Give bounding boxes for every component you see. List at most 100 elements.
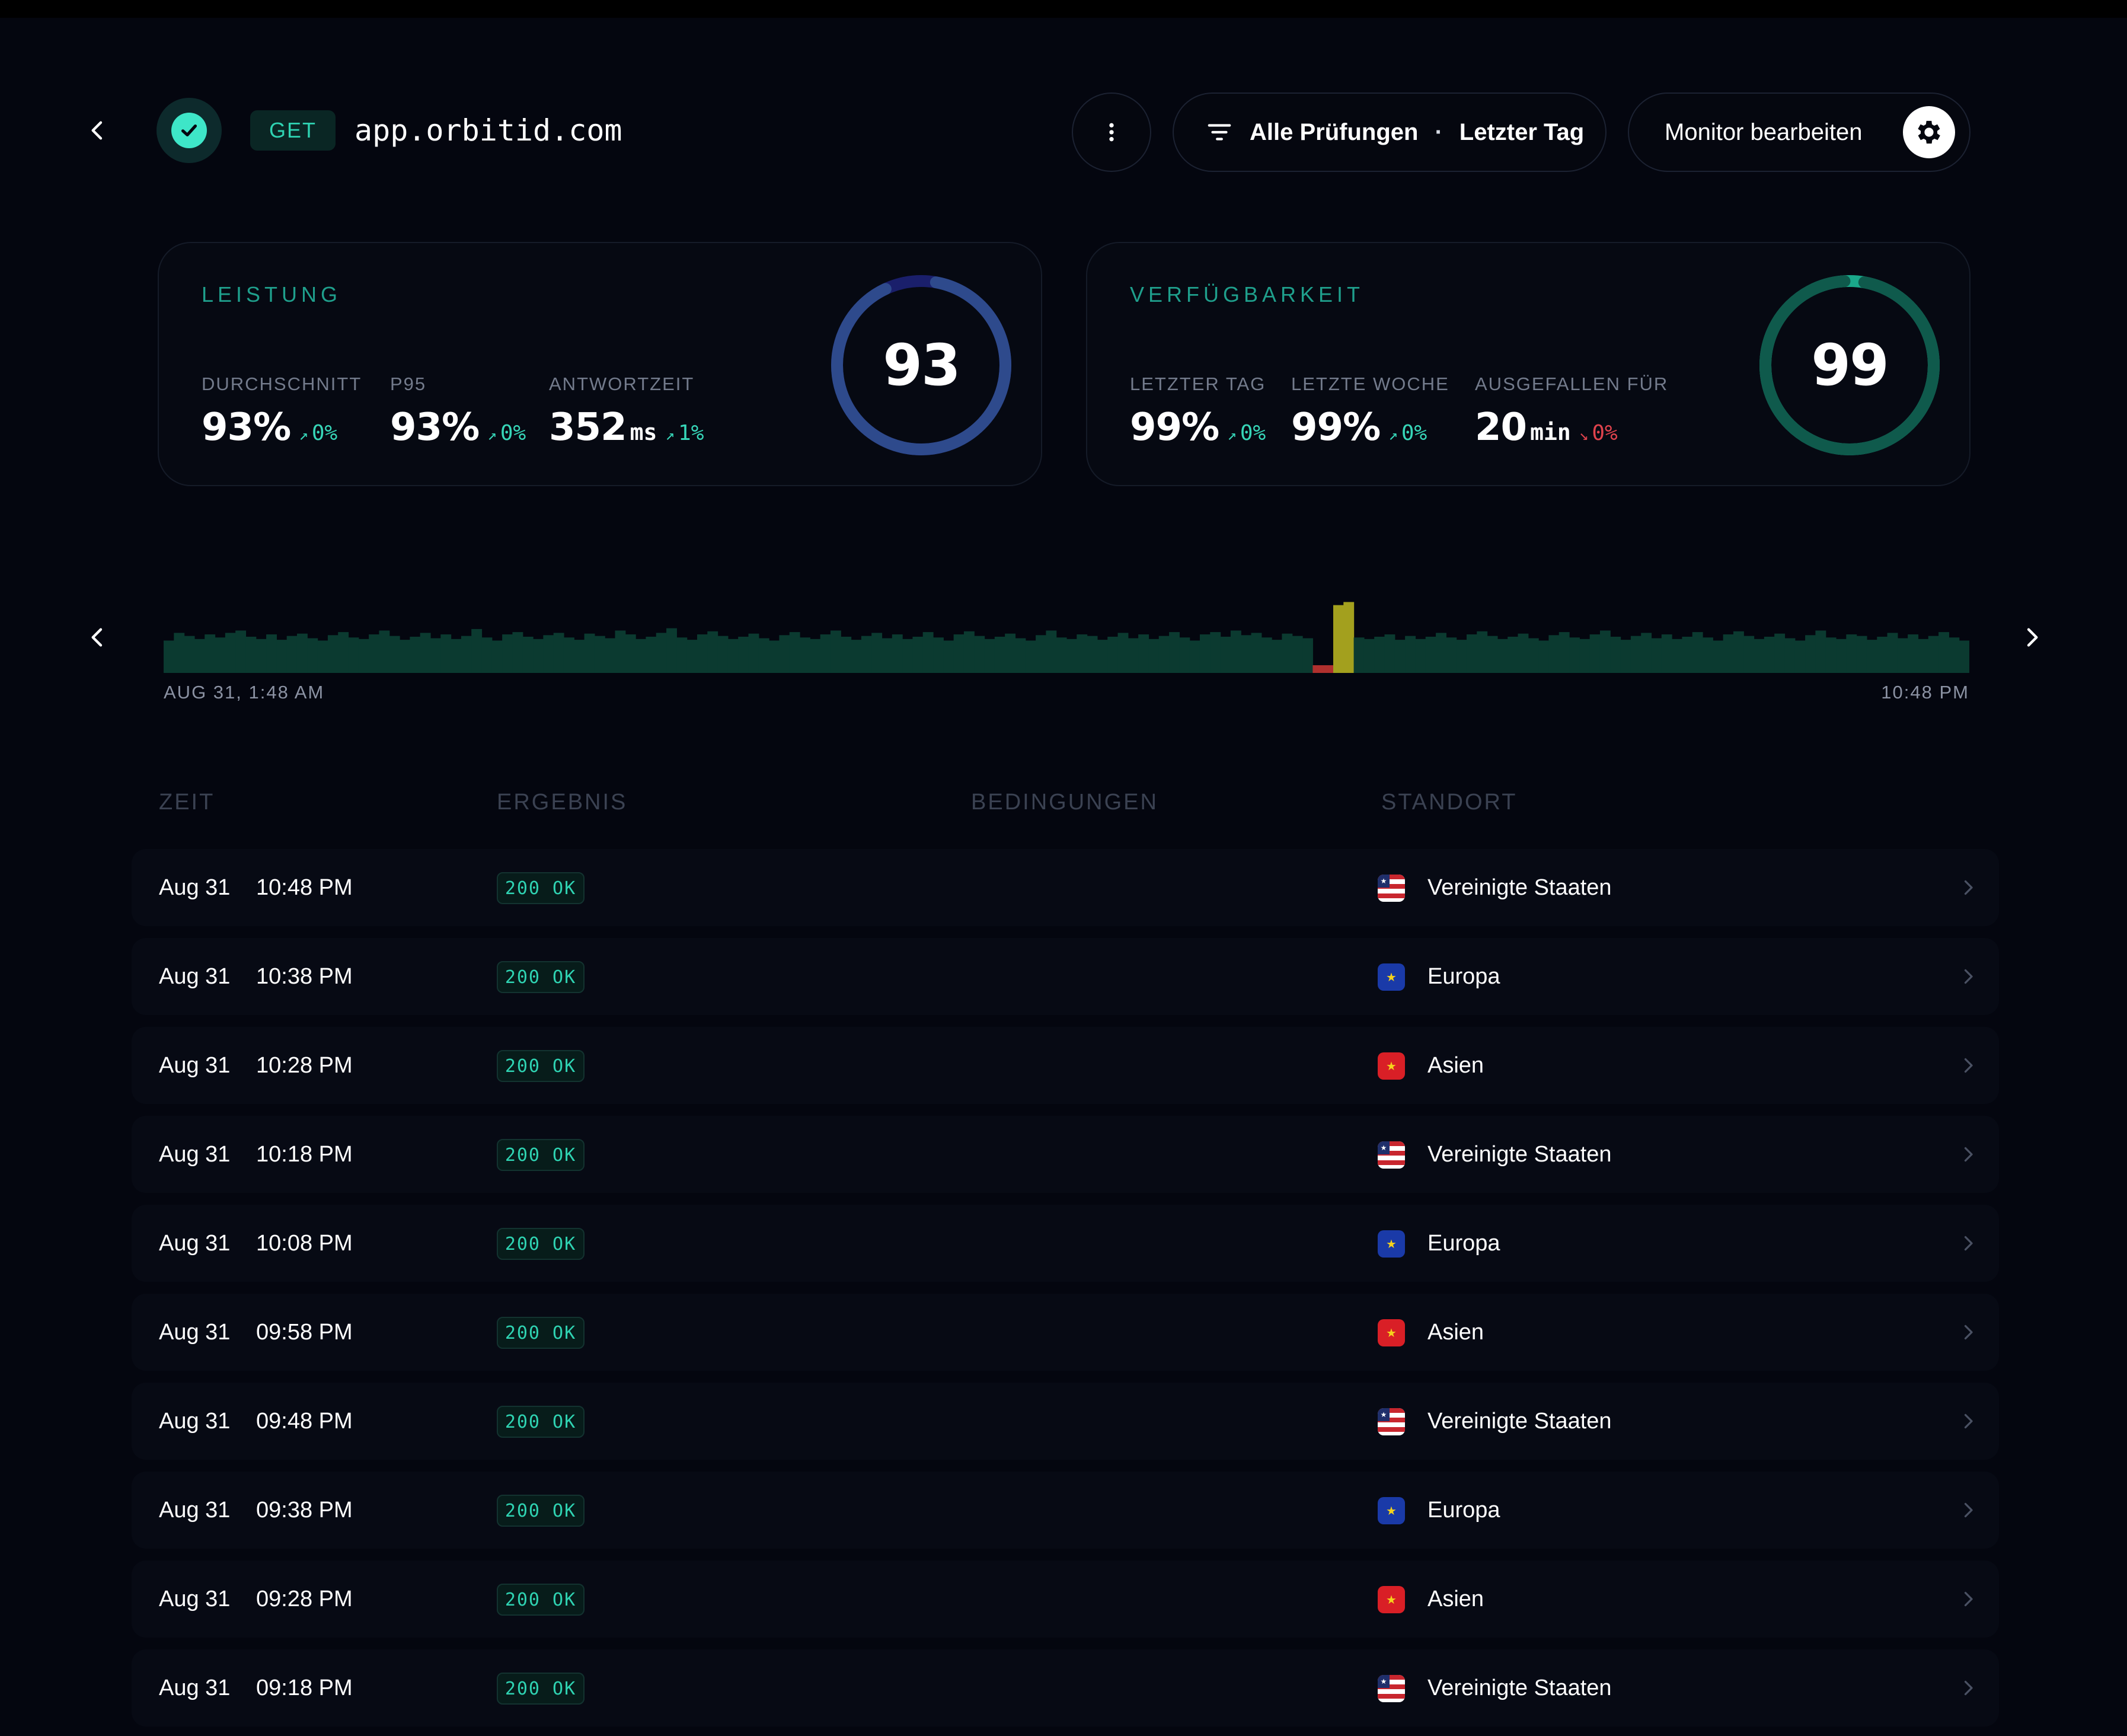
back-button[interactable] [77,110,119,151]
timeline-bar[interactable] [1384,634,1395,673]
timeline-bar[interactable] [1805,635,1816,673]
timeline-bar[interactable] [974,636,985,673]
timeline-bar[interactable] [1620,640,1631,673]
timeline-bar[interactable] [235,630,247,674]
timeline-bar[interactable] [697,634,708,673]
timeline-bar[interactable] [1928,636,1939,673]
timeline-bar[interactable] [1836,639,1847,673]
timeline-bar[interactable] [1333,605,1344,673]
timeline-bar[interactable] [225,633,236,673]
timeline-bar[interactable] [615,630,626,674]
timeline-bar[interactable] [1825,637,1837,673]
timeline-bar[interactable] [1918,639,1929,673]
timeline-bar[interactable] [1784,638,1796,674]
table-row[interactable]: Aug 31 09:28 PM 200 OK ★ Asien [132,1561,1999,1638]
timeline-bar[interactable] [584,633,595,673]
timeline-bar[interactable] [1866,640,1877,673]
timeline-bar[interactable] [1703,637,1713,673]
timeline-bar[interactable] [317,640,328,673]
timeline-bar[interactable] [1189,640,1200,673]
timeline-bar[interactable] [245,636,257,673]
timeline-bar[interactable] [882,638,893,674]
timeline-bar[interactable] [1528,638,1539,674]
timeline-bar[interactable] [748,633,759,673]
column-header-time[interactable]: ZEIT [159,790,215,815]
timeline-bar[interactable] [1548,635,1560,673]
timeline-bar[interactable] [1815,630,1826,674]
timeline-bar[interactable] [369,634,380,673]
timeline-bar[interactable] [1261,637,1272,673]
column-header-result[interactable]: ERGEBNIS [497,790,627,815]
timeline-bar[interactable] [1743,636,1755,673]
timeline-bar[interactable] [1179,637,1190,673]
timeline-bar[interactable] [830,630,841,674]
timeline-bar[interactable] [440,634,452,673]
timeline-bar[interactable] [1651,638,1662,674]
timeline-bar[interactable] [296,633,308,673]
timeline-prev-button[interactable] [77,617,119,658]
timeline-bar[interactable] [820,634,831,673]
table-row[interactable]: Aug 31 10:38 PM 200 OK ★ Europa [132,938,1999,1015]
timeline-bar[interactable] [430,638,441,674]
timeline-bar[interactable] [1272,640,1283,673]
timeline-bar[interactable] [215,637,226,673]
timeline-bar[interactable] [256,639,267,673]
timeline-bar[interactable] [1589,634,1601,673]
timeline-bar[interactable] [810,639,821,673]
timeline-bar[interactable] [358,639,369,673]
timeline-bar[interactable] [727,639,739,673]
timeline-bar[interactable] [1764,636,1775,673]
timeline-bar[interactable] [1097,640,1108,673]
timeline-bar[interactable] [738,636,749,673]
timeline-bar[interactable] [912,636,924,673]
edit-monitor-button[interactable]: Monitor bearbeiten [1628,92,1970,172]
timeline-bar[interactable] [1938,632,1949,673]
chevron-right-icon[interactable] [1954,1496,1982,1524]
timeline-bar[interactable] [1610,636,1621,673]
table-row[interactable]: Aug 31 09:58 PM 200 OK ★ Asien [132,1294,1999,1371]
timeline-bar[interactable] [276,640,288,673]
timeline-bar[interactable] [635,639,647,673]
timeline-bar[interactable] [481,637,493,673]
timeline-bar[interactable] [851,640,862,673]
timeline-bar[interactable] [266,634,277,673]
timeline-bar[interactable] [205,634,216,673]
timeline-bar[interactable] [1630,636,1641,673]
timeline-bar[interactable] [1241,635,1252,673]
timeline-bar[interactable] [512,632,523,673]
timeline-bar[interactable] [1251,633,1262,673]
timeline-bar[interactable] [1856,636,1867,673]
timeline-bar[interactable] [1087,636,1098,673]
timeline-bar[interactable] [1446,637,1457,673]
timeline-bar[interactable] [1025,640,1036,673]
timeline-bar[interactable] [1641,633,1652,673]
timeline-bar[interactable] [1066,639,1077,673]
timeline-bar[interactable] [1046,630,1057,674]
timeline-bar[interactable] [1599,630,1611,674]
timeline-bar[interactable] [1169,632,1180,673]
timeline-bar[interactable] [625,634,636,673]
timeline-bar[interactable] [1949,637,1960,673]
timeline-bar[interactable] [400,640,410,673]
timeline-bar[interactable] [1323,665,1334,673]
timeline-bar[interactable] [379,630,390,674]
timeline-bar[interactable] [1754,639,1765,673]
timeline-bar[interactable] [1713,640,1724,673]
timeline-bar[interactable] [963,631,975,673]
timeline-bar[interactable] [1846,634,1857,673]
chevron-right-icon[interactable] [1954,1585,1982,1613]
timeline-bar[interactable] [164,640,174,673]
timeline-bar[interactable] [1436,633,1446,673]
chevron-right-icon[interactable] [1954,1140,1982,1169]
timeline-bar[interactable] [1056,637,1067,673]
timeline-bar[interactable] [1692,632,1703,673]
timeline-bar[interactable] [1282,633,1293,673]
timeline-bar[interactable] [1405,636,1416,673]
timeline-bar[interactable] [1877,636,1888,673]
timeline-bar[interactable] [563,637,574,673]
timeline-bar[interactable] [686,640,698,673]
timeline-bar[interactable] [1487,636,1498,673]
timeline-bar[interactable] [1343,602,1355,673]
chevron-right-icon[interactable] [1954,1674,1982,1702]
timeline-bar[interactable] [194,639,205,673]
